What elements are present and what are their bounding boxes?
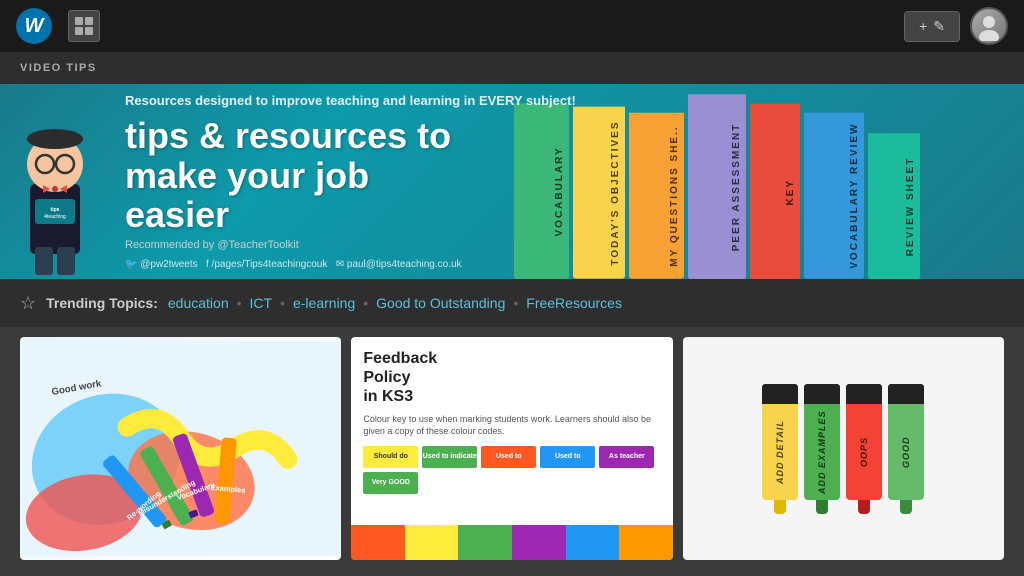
banner-content: Resources designed to improve teaching a… (0, 84, 1024, 279)
section-label-text: VIDEO TIPS (20, 62, 97, 74)
section-label: VIDEO TIPS (0, 52, 1024, 84)
topic-free-resources[interactable]: FreeResources (526, 295, 622, 311)
edit-icon: ✎ (933, 18, 945, 35)
admin-panel-icon[interactable] (68, 10, 100, 42)
banner-subtitle: Recommended by @TeacherToolkit (125, 239, 994, 251)
separator-4: • (513, 295, 518, 311)
separator-3: • (363, 295, 368, 311)
trending-topics-list: education • ICT • e-learning • Good to O… (168, 295, 622, 311)
avatar-image (972, 9, 1006, 43)
banner-character: tips 4teaching (0, 99, 110, 279)
banner-title-line3: easier (125, 194, 229, 235)
star-icon: ☆ (20, 293, 36, 314)
card3-image: ADD DETAIL ADD EXAMPLES OOPS GOOD (683, 337, 1004, 560)
twitter-link[interactable]: 🐦 @pw2tweets (125, 259, 198, 270)
marker-oops: OOPS (846, 384, 882, 514)
card2-subtitle: Colour key to use when marking students … (363, 413, 660, 438)
email-link[interactable]: ✉ paul@tips4teaching.co.uk (336, 259, 462, 270)
banner-title-line1: tips & resources to (125, 115, 451, 156)
topic-ict[interactable]: ICT (250, 295, 273, 311)
card-3[interactable]: ADD DETAIL ADD EXAMPLES OOPS GOOD (683, 337, 1004, 560)
marker-add-examples: ADD EXAMPLES (804, 384, 840, 514)
banner-social-links: 🐦 @pw2tweets f /pages/Tips4teachingcouk … (125, 259, 994, 270)
card-1[interactable]: Re-wording Misunderstanding Vocabulary E… (20, 337, 341, 560)
cards-grid: Re-wording Misunderstanding Vocabulary E… (0, 327, 1024, 570)
trending-topics-bar: ☆ Trending Topics: education • ICT • e-l… (0, 279, 1024, 327)
new-post-button[interactable]: + ✎ (904, 11, 960, 42)
topic-education[interactable]: education (168, 295, 229, 311)
topbar-left: W (16, 8, 100, 44)
card2-title: FeedbackPolicyin KS3 (363, 349, 437, 407)
separator-1: • (237, 295, 242, 311)
card1-image: Re-wording Misunderstanding Vocabulary E… (20, 337, 341, 560)
topic-elearning[interactable]: e-learning (293, 295, 355, 311)
top-navigation-bar: W + ✎ (0, 0, 1024, 52)
user-avatar[interactable] (970, 7, 1008, 45)
facebook-link[interactable]: f /pages/Tips4teachingcouk (206, 259, 327, 270)
marker-good: GOOD (888, 384, 924, 514)
banner: tips 4teaching Resources designed to imp… (0, 84, 1024, 279)
banner-top-text: Resources designed to improve teaching a… (125, 93, 994, 108)
banner-main-title: tips & resources to make your job easier (125, 116, 994, 235)
svg-text:tips: tips (51, 207, 60, 213)
wordpress-logo[interactable]: W (16, 8, 52, 44)
topic-good-outstanding[interactable]: Good to Outstanding (376, 295, 505, 311)
plus-icon: + (919, 18, 927, 34)
card-2[interactable]: FeedbackPolicyin KS3 Colour key to use w… (351, 337, 672, 560)
banner-title-line2: make your job (125, 155, 369, 196)
trending-label: Trending Topics: (46, 295, 158, 311)
svg-text:4teaching: 4teaching (44, 214, 66, 220)
card2-image: FeedbackPolicyin KS3 Colour key to use w… (351, 337, 672, 560)
topbar-right: + ✎ (904, 7, 1008, 45)
separator-2: • (280, 295, 285, 311)
marker-add-detail: ADD DETAIL (762, 384, 798, 514)
